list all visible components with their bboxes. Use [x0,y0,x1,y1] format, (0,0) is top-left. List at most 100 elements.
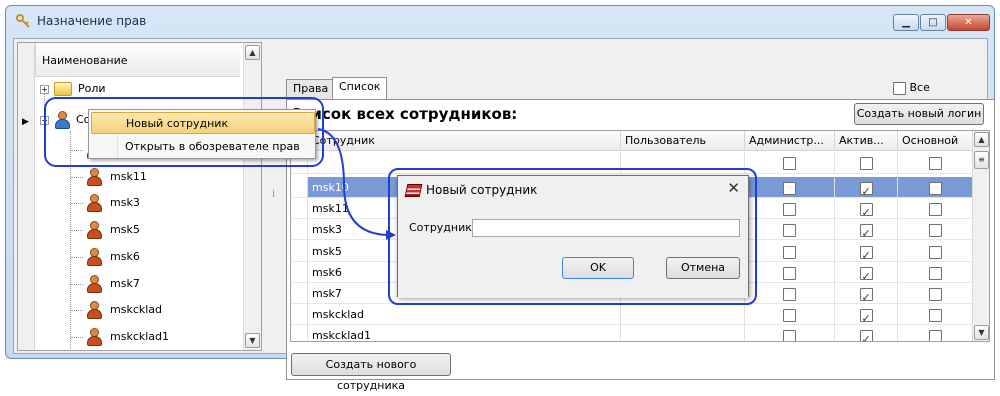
tree-node-employee[interactable]: mskсklad [110,300,162,320]
tree-scrollbar[interactable]: ▲ ▼ [243,43,261,350]
admin-checkbox[interactable] [783,223,796,237]
primary-checkbox[interactable] [929,245,942,259]
filter-checkbox[interactable] [859,156,873,170]
active-checkbox-cell[interactable] [835,198,898,219]
active-checkbox[interactable] [859,181,873,197]
admin-checkbox[interactable] [783,308,796,322]
scroll-up-icon[interactable]: ▲ [245,45,260,60]
active-checkbox[interactable] [859,266,873,282]
primary-checkbox-cell[interactable] [898,304,974,325]
column-header[interactable]: Администр... [745,131,835,151]
active-checkbox[interactable] [859,202,873,218]
admin-checkbox[interactable] [783,202,796,216]
close-icon[interactable]: ✕ [727,179,740,197]
filter-checkbox[interactable] [929,156,942,170]
tab-rights[interactable]: Права [286,79,336,99]
admin-checkbox[interactable] [783,245,796,259]
active-checkbox-cell[interactable] [835,219,898,240]
user-icon [86,221,102,239]
filter-checkbox-cell[interactable] [745,152,835,174]
active-checkbox[interactable] [859,223,873,239]
active-checkbox-cell[interactable] [835,241,898,262]
row-indicator [291,304,308,325]
admin-checkbox[interactable] [783,181,796,195]
active-checkbox[interactable] [859,245,873,261]
active-checkbox-cell[interactable] [835,283,898,304]
primary-checkbox-cell[interactable] [898,241,974,262]
active-checkbox[interactable] [859,287,873,303]
active-checkbox[interactable] [859,329,873,341]
primary-checkbox-cell[interactable] [898,283,974,304]
primary-checkbox[interactable] [929,223,942,237]
active-checkbox-cell[interactable] [835,262,898,283]
admin-checkbox[interactable] [783,266,796,280]
tree-node-employee[interactable]: msk7 [110,274,140,294]
admin-checkbox-cell[interactable] [745,262,835,283]
admin-checkbox-cell[interactable] [745,283,835,304]
tree-node-roles[interactable]: Роли [78,79,106,99]
primary-checkbox[interactable] [929,266,942,280]
tree-node-employee[interactable]: msk11 [110,167,147,187]
tree-column-header[interactable]: Наименование [35,43,240,77]
admin-checkbox[interactable] [783,287,796,301]
column-header[interactable]: Основной [898,131,974,151]
employee-cell[interactable]: mskсklad1 [308,325,621,341]
primary-checkbox[interactable] [929,287,942,301]
active-checkbox-cell[interactable] [835,325,898,341]
user-cell[interactable] [621,325,745,341]
tree-node-employee[interactable]: msk5 [110,220,140,240]
splitter-handle[interactable]: ⁞ [272,189,275,200]
employee-cell[interactable]: mskсklad [308,304,621,325]
primary-checkbox[interactable] [929,181,942,195]
column-header[interactable]: Актив... [835,131,898,151]
admin-checkbox[interactable] [783,329,796,341]
cancel-button[interactable]: Отмена [666,257,740,279]
primary-checkbox-cell[interactable] [898,198,974,219]
admin-checkbox-cell[interactable] [745,304,835,325]
primary-checkbox[interactable] [929,202,942,216]
expand-icon[interactable]: + [40,85,49,94]
tree-node-employee[interactable]: msk3 [110,193,140,213]
grid-menu-icon[interactable]: ≡ [974,151,989,169]
primary-checkbox-cell[interactable] [898,219,974,240]
create-login-button[interactable]: Создать новый логин [854,103,984,125]
admin-checkbox-cell[interactable] [745,241,835,262]
scroll-up-icon[interactable]: ▲ [974,132,989,147]
scroll-down-icon[interactable]: ▼ [245,333,260,348]
primary-checkbox[interactable] [929,308,942,322]
maximize-button[interactable]: □ [920,14,946,31]
filter-checkbox[interactable] [783,156,796,170]
row-indicator [291,219,308,240]
key-icon [16,14,30,28]
admin-checkbox-cell[interactable] [745,325,835,341]
grid-scrollbar[interactable]: ▲ ≡ ▼ [972,131,989,341]
primary-checkbox-cell[interactable] [898,177,974,198]
active-checkbox-cell[interactable] [835,177,898,198]
all-employees-box[interactable] [893,81,906,95]
admin-checkbox-cell[interactable] [745,177,835,198]
user-cell[interactable] [621,304,745,325]
create-employee-button[interactable]: Создать нового сотрудника [291,353,451,392]
admin-checkbox-cell[interactable] [745,219,835,240]
primary-checkbox-cell[interactable] [898,325,974,341]
minimize-button[interactable]: ▁ [893,14,919,31]
tree-line [71,337,83,338]
tab-list[interactable]: Список [332,77,388,100]
tree-line [71,203,83,204]
filter-checkbox-cell[interactable] [898,152,974,174]
employee-input[interactable] [472,219,740,237]
column-header[interactable]: Пользователь [621,131,745,151]
ok-button[interactable]: OK [562,257,634,279]
tree-node-employee[interactable]: msk6 [110,247,140,267]
primary-checkbox-cell[interactable] [898,262,974,283]
filter-checkbox-cell[interactable] [835,152,898,174]
close-button[interactable]: ✕ [947,14,990,31]
primary-checkbox[interactable] [929,329,942,341]
scroll-down-icon[interactable]: ▼ [974,325,989,340]
active-checkbox-cell[interactable] [835,304,898,325]
tree-line [71,257,83,258]
row-indicator [291,325,308,341]
tree-node-employee[interactable]: mskсklad1 [110,327,169,347]
admin-checkbox-cell[interactable] [745,198,835,219]
active-checkbox[interactable] [859,308,873,324]
